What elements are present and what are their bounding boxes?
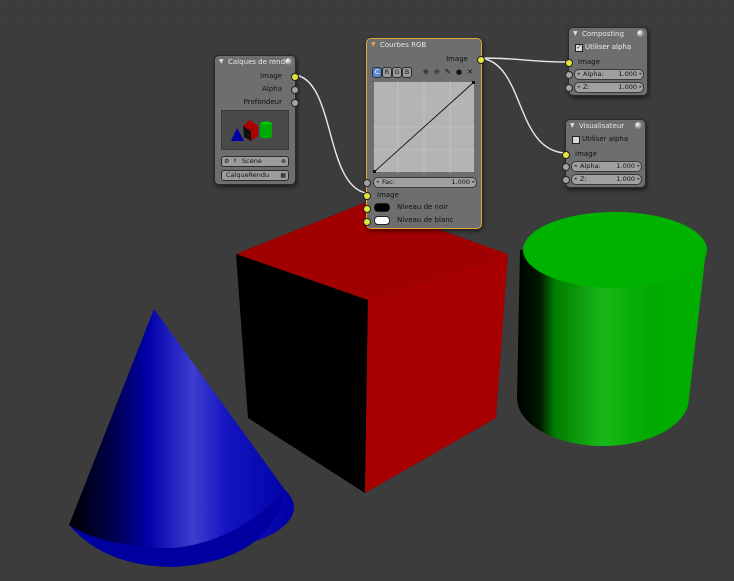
composite-alpha-field[interactable]: ◂ Alpha: 1.000 ▸ bbox=[574, 69, 644, 80]
rgb-curves-header[interactable]: ▼ Courbes RGB bbox=[367, 39, 481, 51]
output-alpha-socket[interactable] bbox=[291, 86, 299, 94]
black-level-socket[interactable] bbox=[363, 205, 371, 213]
curves-output-socket[interactable] bbox=[477, 56, 485, 64]
viewer-title: Visualisateur bbox=[579, 122, 625, 130]
composite-image-socket[interactable] bbox=[565, 59, 573, 67]
scene-arrows-icon: ⇕ bbox=[233, 158, 238, 164]
black-level-swatch[interactable] bbox=[374, 203, 390, 212]
composite-alpha-label: Alpha: bbox=[583, 70, 604, 78]
fac-increment-icon[interactable]: ▸ bbox=[472, 178, 475, 187]
viewer-z-value: 1.000 bbox=[616, 175, 635, 183]
curve-point-end bbox=[472, 81, 475, 84]
close-icon[interactable]: ✕ bbox=[467, 68, 473, 76]
alpha-decrement-icon[interactable]: ◂ bbox=[574, 162, 577, 171]
curves-input-image-label: Image bbox=[377, 191, 399, 199]
curves-output-image-label: Image bbox=[446, 55, 468, 63]
collapse-icon[interactable]: ▼ bbox=[573, 28, 578, 40]
output-image-socket[interactable] bbox=[291, 73, 299, 81]
viewer-alpha-field[interactable]: ◂ Alpha: 1.000 ▸ bbox=[571, 161, 642, 172]
render-layers-title: Calques de rendu bbox=[228, 58, 290, 66]
output-alpha-label: Alpha bbox=[262, 85, 282, 93]
link-curves-viewer bbox=[480, 57, 566, 154]
curve-graph[interactable] bbox=[373, 81, 475, 173]
collapse-icon[interactable]: ▼ bbox=[371, 39, 376, 51]
viewer-alpha-socket[interactable] bbox=[562, 163, 570, 171]
render-preview-thumbnail bbox=[221, 110, 289, 150]
zoom-in-icon[interactable]: ⊕ bbox=[423, 68, 429, 76]
composite-z-label: Z: bbox=[583, 83, 590, 91]
rgb-curves-title: Courbes RGB bbox=[380, 41, 427, 49]
fac-field[interactable]: ◂ Fac: 1.000 ▸ bbox=[373, 177, 477, 188]
white-level-label: Niveau de blanc bbox=[397, 216, 454, 224]
render-layers-header[interactable]: ▼ Calques de rendu bbox=[215, 56, 295, 68]
z-decrement-icon[interactable]: ◂ bbox=[574, 175, 577, 184]
cylinder-top bbox=[523, 212, 707, 288]
point-icon[interactable]: ● bbox=[456, 68, 462, 76]
scene-clear-icon[interactable]: ⊗ bbox=[281, 157, 286, 166]
preview-sphere-icon[interactable] bbox=[285, 58, 292, 65]
viewer-z-label: Z: bbox=[580, 175, 587, 183]
viewer-node[interactable]: ▼ Visualisateur Utiliser alpha Image ◂ A… bbox=[562, 119, 646, 188]
curve-point-start bbox=[373, 170, 376, 173]
zoom-out-icon[interactable]: ⊖ bbox=[434, 68, 440, 76]
fac-decrement-icon[interactable]: ◂ bbox=[376, 178, 379, 187]
composite-title: Composting bbox=[582, 30, 624, 38]
z-increment-icon[interactable]: ▸ bbox=[639, 83, 642, 92]
alpha-decrement-icon[interactable]: ◂ bbox=[577, 70, 580, 79]
render-layer-icon[interactable]: ▦ bbox=[280, 171, 286, 180]
scene-label: Scene bbox=[242, 157, 262, 165]
alpha-increment-icon[interactable]: ▸ bbox=[639, 70, 642, 79]
white-level-socket[interactable] bbox=[363, 218, 371, 226]
composite-use-alpha-checkbox[interactable]: ✓ bbox=[575, 44, 583, 52]
preview-sphere-icon[interactable] bbox=[637, 30, 644, 37]
z-decrement-icon[interactable]: ◂ bbox=[577, 83, 580, 92]
fac-value: 1.000 bbox=[451, 178, 470, 186]
composite-alpha-socket[interactable] bbox=[565, 71, 573, 79]
viewer-alpha-label: Alpha: bbox=[580, 162, 601, 170]
composite-z-value: 1.000 bbox=[618, 83, 637, 91]
fac-input-socket[interactable] bbox=[363, 179, 371, 187]
viewer-alpha-value: 1.000 bbox=[616, 162, 635, 170]
composite-header[interactable]: ▼ Composting bbox=[569, 28, 647, 40]
viewer-image-socket[interactable] bbox=[562, 151, 570, 159]
viewer-header[interactable]: ▼ Visualisateur bbox=[566, 120, 645, 132]
link-renderlayers-curves bbox=[294, 74, 367, 194]
viewer-use-alpha-checkbox[interactable] bbox=[572, 136, 580, 144]
composite-use-alpha-label: Utiliser alpha bbox=[585, 43, 632, 51]
alpha-increment-icon[interactable]: ▸ bbox=[637, 162, 640, 171]
composite-z-socket[interactable] bbox=[565, 84, 573, 92]
output-depth-socket[interactable] bbox=[291, 99, 299, 107]
viewer-z-socket[interactable] bbox=[562, 176, 570, 184]
viewer-use-alpha-label: Utiliser alpha bbox=[582, 135, 629, 143]
scene-selector[interactable]: ⚙ ⇕ Scene ⊗ bbox=[221, 156, 289, 167]
render-layers-node[interactable]: ▼ Calques de rendu Image Alpha Profondeu… bbox=[214, 55, 299, 185]
collapse-icon[interactable]: ▼ bbox=[219, 56, 224, 68]
preview-sphere-icon[interactable] bbox=[635, 122, 642, 129]
link-curves-composite bbox=[480, 57, 569, 63]
scene-icon: ⚙ bbox=[224, 158, 230, 165]
collapse-icon[interactable]: ▼ bbox=[570, 120, 575, 132]
layer-selector[interactable]: CalqueRendu ▦ bbox=[221, 170, 289, 181]
composite-alpha-value: 1.000 bbox=[618, 70, 637, 78]
channel-r-button[interactable]: R bbox=[382, 67, 392, 78]
wrench-icon[interactable]: ✎ bbox=[445, 68, 451, 76]
output-image-label: Image bbox=[260, 72, 282, 80]
viewer-input-image-label: Image bbox=[575, 150, 597, 158]
composite-input-image-label: Image bbox=[578, 58, 600, 66]
channel-b-button[interactable]: B bbox=[402, 67, 412, 78]
channel-c-button[interactable]: C bbox=[372, 67, 382, 78]
white-level-swatch[interactable] bbox=[374, 216, 390, 225]
composite-node[interactable]: ▼ Composting ✓ Utiliser alpha Image ◂ Al… bbox=[565, 27, 648, 96]
layer-label: CalqueRendu bbox=[226, 171, 270, 179]
viewer-z-field[interactable]: ◂ Z: 1.000 ▸ bbox=[571, 174, 642, 185]
z-increment-icon[interactable]: ▸ bbox=[637, 175, 640, 184]
rgb-curves-node[interactable]: ▼ Courbes RGB Image C R G B ⊕ ⊖ ✎ ● ✕ ◂ … bbox=[363, 38, 485, 229]
fac-label: Fac: bbox=[382, 178, 395, 186]
black-level-label: Niveau de noir bbox=[397, 203, 449, 211]
channel-g-button[interactable]: G bbox=[392, 67, 402, 78]
curves-input-image-socket[interactable] bbox=[363, 192, 371, 200]
composite-z-field[interactable]: ◂ Z: 1.000 ▸ bbox=[574, 82, 644, 93]
output-depth-label: Profondeur bbox=[243, 98, 282, 106]
